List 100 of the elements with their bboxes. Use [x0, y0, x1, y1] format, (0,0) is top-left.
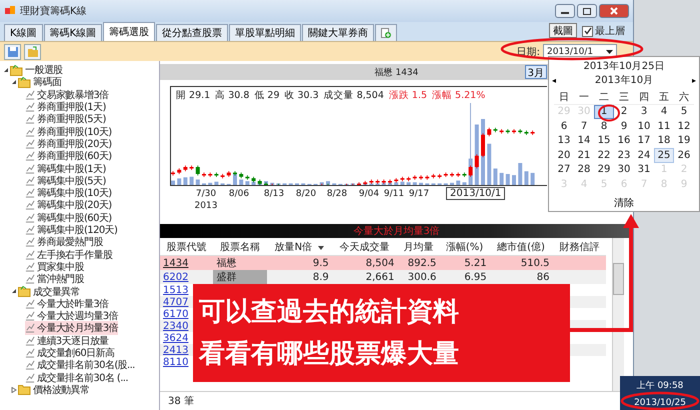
calendar-day[interactable]: 24: [634, 148, 654, 162]
folder-icon: [26, 46, 38, 58]
minimize-button[interactable]: [555, 4, 575, 18]
calendar-day[interactable]: 21: [574, 148, 594, 162]
calendar-day[interactable]: 3: [634, 104, 654, 119]
calendar-day[interactable]: 8: [594, 119, 614, 134]
calendar-day[interactable]: 22: [594, 148, 614, 162]
next-month-button[interactable]: ▸: [692, 76, 696, 84]
calendar-day[interactable]: 25: [654, 148, 674, 162]
tree-item[interactable]: 買家集中股: [25, 260, 84, 274]
calendar-day[interactable]: 20: [554, 148, 574, 162]
add-tab-button[interactable]: [375, 24, 398, 41]
tab[interactable]: K線圖: [4, 24, 43, 41]
tab[interactable]: 單股單點明細: [229, 24, 302, 41]
calendar-day[interactable]: 18: [654, 134, 674, 148]
tree-item[interactable]: 今量大於月均量3倍: [25, 321, 118, 336]
screenshot-button[interactable]: 截圖: [549, 23, 577, 38]
table-cell: 5.21: [439, 256, 490, 270]
calendar-day[interactable]: 6: [554, 119, 574, 134]
tree-item[interactable]: 交易家數暴增3倍: [25, 88, 109, 102]
collapse-arrow-icon[interactable]: [11, 79, 17, 86]
line-chart-icon: [25, 348, 35, 358]
tree-item[interactable]: 券商重押股(20天): [25, 136, 112, 151]
stock-code-link[interactable]: 3624: [163, 332, 188, 344]
tree-item[interactable]: 成交量創60日新高: [25, 346, 114, 360]
collapse-arrow-icon[interactable]: [3, 67, 9, 74]
save-button[interactable]: [4, 44, 21, 60]
tree-folder[interactable]: 成交量異常: [18, 284, 80, 298]
tree-item[interactable]: 籌碼集中股(5天): [25, 174, 106, 188]
tree-item[interactable]: 券商重押股(5天): [25, 112, 106, 126]
tree-item[interactable]: 籌碼集中股(1天): [25, 162, 106, 176]
tab[interactable]: 籌碼選股: [103, 22, 156, 41]
calendar-day[interactable]: 19: [674, 134, 694, 148]
calendar-day[interactable]: 17: [634, 134, 654, 148]
tree-item[interactable]: 券商重押股(10天): [25, 124, 112, 139]
tab[interactable]: 關鍵大單券商: [302, 24, 374, 41]
tree-folder[interactable]: 籌碼面: [18, 75, 62, 90]
line-chart-icon: [25, 212, 35, 223]
calendar-day[interactable]: 12: [674, 119, 694, 134]
tree-folder[interactable]: 價格波動異常: [18, 382, 90, 397]
calendar-day[interactable]: 2: [614, 104, 634, 119]
axis-label: 7/30: [196, 189, 216, 199]
calendar-day[interactable]: 11: [654, 119, 674, 134]
tab[interactable]: 籌碼K線圖: [44, 24, 102, 41]
tree-item[interactable]: 連續3天逐日放量: [25, 334, 109, 348]
calendar-day[interactable]: 26: [674, 148, 694, 162]
calendar-day[interactable]: 23: [614, 148, 634, 162]
tree-item[interactable]: 左手換右手作量股: [25, 248, 112, 262]
volume-bar: [456, 180, 460, 185]
calendar-day[interactable]: 10: [634, 119, 654, 134]
calendar-day[interactable]: 14: [574, 134, 594, 148]
open-folder-button[interactable]: [24, 44, 41, 60]
calendar-day[interactable]: 5: [674, 104, 694, 119]
calendar-day[interactable]: 31: [634, 162, 654, 177]
line-chart-icon: [25, 151, 35, 162]
tree-item[interactable]: 籌碼集中股(120天): [25, 223, 118, 238]
volume-bar: [493, 168, 498, 185]
tree-item[interactable]: 券商最愛熱門股: [25, 235, 103, 250]
calendar-day[interactable]: 15: [594, 134, 614, 148]
calendar-day[interactable]: 29: [594, 162, 614, 177]
calendar-day[interactable]: 27: [554, 162, 574, 177]
maximize-button[interactable]: [577, 4, 597, 18]
tree-item[interactable]: 成交量排名前30名(股...: [25, 358, 135, 372]
topmost-checkbox[interactable]: 最上層: [582, 24, 625, 38]
today-label[interactable]: 2013年10月25日: [584, 59, 664, 73]
tree-item[interactable]: 當沖熱門股: [25, 272, 84, 286]
calendar-day[interactable]: 4: [654, 104, 674, 119]
quote-value: 成交量 8,504: [324, 89, 384, 102]
tree-folder[interactable]: 一般選股: [10, 63, 63, 78]
table-cell: 892.5: [397, 256, 440, 270]
scrollbar[interactable]: [612, 238, 624, 391]
tree-item[interactable]: 成交量排名前30名 (...: [25, 370, 128, 385]
date-tooltip: 2013/10/1: [446, 187, 506, 200]
calendar-day[interactable]: 30: [614, 162, 634, 177]
tree-item[interactable]: 今量大於昨量3倍: [25, 296, 109, 311]
calendar-day[interactable]: 28: [574, 162, 594, 177]
stock-code-link[interactable]: 8110: [163, 356, 188, 368]
collapse-arrow-icon[interactable]: [11, 288, 17, 294]
close-button[interactable]: [599, 4, 629, 18]
previous-month-button[interactable]: ◂: [552, 76, 556, 84]
save-icon: [6, 46, 18, 58]
range-button[interactable]: 3月: [524, 65, 547, 79]
tree-item[interactable]: 籌碼集中股(20天): [25, 198, 112, 212]
clear-button[interactable]: 清除: [608, 194, 640, 210]
calendar-day[interactable]: 13: [554, 134, 574, 148]
volume-bar: [245, 181, 250, 185]
volume-bar: [487, 144, 492, 185]
tree-item[interactable]: 券商重押股(60天): [25, 149, 112, 164]
stock-code-link[interactable]: 1513: [163, 284, 188, 296]
calendar-day[interactable]: 16: [614, 134, 634, 148]
calendar-day[interactable]: 7: [574, 119, 594, 134]
calendar-day[interactable]: 9: [614, 119, 634, 134]
expand-arrow-icon[interactable]: [11, 386, 17, 393]
sort-arrow-icon: [318, 246, 324, 250]
tree-item[interactable]: 券商重押股(1天): [25, 100, 106, 114]
tree-item[interactable]: 籌碼集中股(10天): [25, 186, 112, 200]
tree-item[interactable]: 籌碼集中股(60天): [25, 210, 112, 225]
stock-code-link[interactable]: 6170: [163, 308, 188, 320]
tab[interactable]: 從分點查股票: [156, 24, 228, 41]
tree-item[interactable]: 今量大於週均量3倍: [25, 309, 118, 324]
